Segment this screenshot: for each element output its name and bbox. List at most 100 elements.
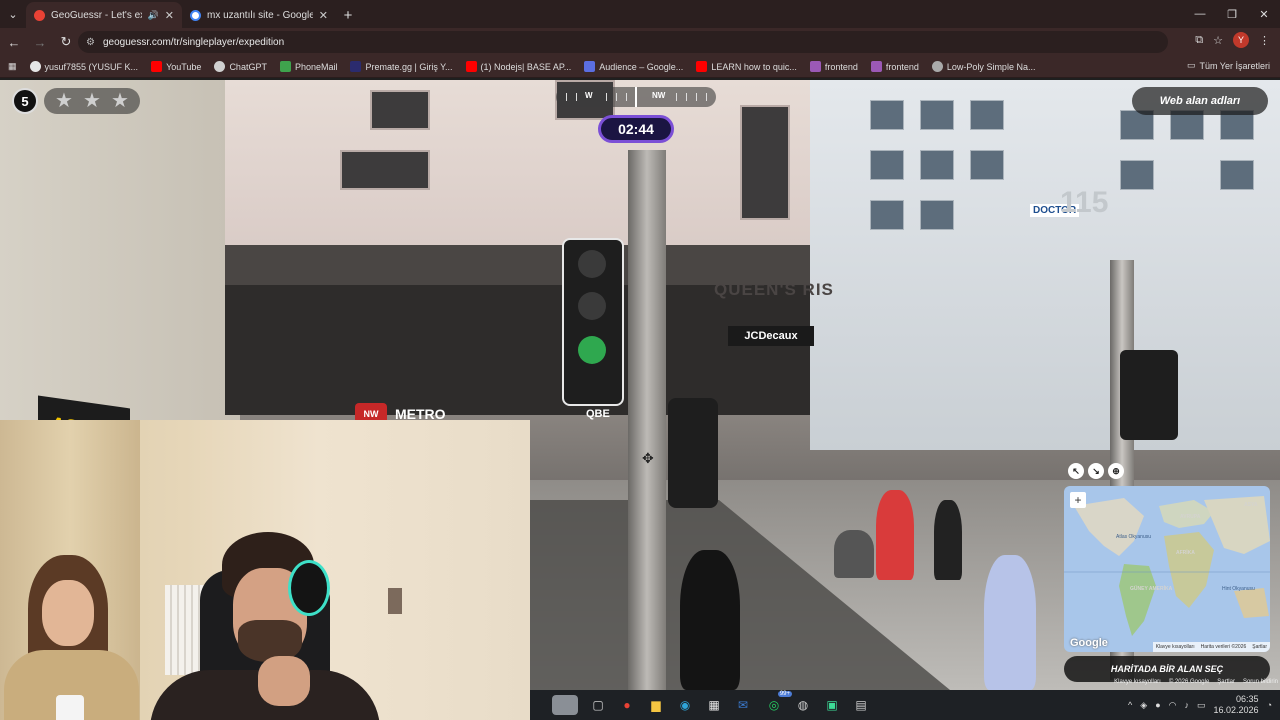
apps-grid-icon[interactable]: ▦ [8,61,17,72]
stroller [834,530,874,578]
cup [56,695,84,720]
volume-icon[interactable]: ♪ [1185,700,1190,710]
south-america-land [1119,564,1156,636]
taskview-app-icon[interactable]: ▢ [588,695,608,715]
tab-google-search[interactable]: mx uzantılı site - Google'da Ara ✕ [182,2,336,28]
forward-button[interactable]: → [28,30,52,54]
tab-search-button[interactable]: ⌄ [0,0,26,28]
close-tab-icon[interactable]: ✕ [165,9,174,22]
store-app-icon[interactable]: ▦ [704,695,724,715]
system-clock[interactable]: 06:35 16.02.2026 [1214,694,1259,716]
queens-sign: QUEEN'S RIS [714,280,834,299]
building-window [740,105,790,220]
browser-toolbar: ← → ↻ ⚙ geoguessr.com/tr/singleplayer/ex… [0,28,1280,56]
shrink-map-icon[interactable]: ↘ [1088,463,1104,479]
guess-map[interactable]: + Atlas Okyanusu AVRUPA ASYA AFRİKA GÜNE… [1064,486,1270,652]
whatsapp-desktop-app-icon[interactable]: ▣ [822,695,842,715]
bookmarks-bar: ▦ yusuf7855 (YUSUF K... YouTube ChatGPT … [0,56,1280,78]
pin-map-icon[interactable]: ⊕ [1108,463,1124,479]
file-explorer-app-icon[interactable]: ▆ [646,695,666,715]
speaker-icon[interactable]: 🔊 [148,10,159,21]
map-label: Atlas Okyanusu [1116,534,1152,540]
premate-icon [350,61,362,72]
widgets-icon[interactable] [552,695,578,715]
app-tray-icon[interactable]: ◈ [1140,700,1147,711]
chrome-app-icon[interactable]: ● [617,695,637,715]
back-button[interactable]: ← [2,30,26,54]
street-view-attribution: Klavye kısayolları © 2026 Google Şartlar… [1114,679,1278,685]
star-icon: ★ [55,90,73,112]
battery-icon[interactable]: ▭ [1197,700,1206,711]
bookmark-item[interactable]: LEARN how to quic... [696,61,797,72]
github-icon [29,61,41,72]
tab-title: mx uzantılı site - Google'da Ara [207,9,313,21]
microphone-icon[interactable]: ● [1155,700,1160,710]
round-timer: 02:44 [598,115,674,143]
australia-land [1234,588,1269,618]
bookmark-item[interactable]: frontend [809,61,858,72]
restore-icon[interactable]: ❐ [1216,0,1248,28]
bookmark-item[interactable]: yusuf7855 (YUSUF K... [29,61,138,72]
bookmark-item[interactable]: (1) Nodejs| BASE AP... [465,61,571,72]
globe-icon [931,61,943,72]
all-bookmarks-button[interactable]: ▭ Tüm Yer İşaretleri [1187,60,1270,71]
bookmark-star-icon[interactable]: ☆ [1213,34,1223,47]
bookmark-item[interactable]: frontend [870,61,919,72]
bookmark-item[interactable]: YouTube [151,61,201,72]
zoom-in-button[interactable]: + [1070,492,1086,508]
compass-bar: W NW [556,87,716,107]
bookmark-item[interactable]: Audience – Google... [584,61,683,72]
profile-avatar[interactable]: Y [1233,32,1249,48]
map-label: AFRİKA [1176,550,1195,556]
audience-icon [584,61,596,72]
bookmark-item[interactable]: Premate.gg | Giriş Y... [350,61,453,72]
entrance-shadow [225,285,825,415]
whatsapp-app-icon[interactable]: ◎ 99+ [764,691,792,715]
star-icon: ★ [83,90,101,112]
web-alan-button[interactable]: Web alan adları [1132,87,1268,115]
wifi-icon[interactable]: ◠ [1169,700,1177,711]
clock-date: 16.02.2026 [1213,705,1259,715]
new-tab-button[interactable]: + [336,2,360,28]
mail-icon [279,61,291,72]
map-label: Hint Okyanusu [1222,586,1255,592]
show-hidden-icons-icon[interactable]: ^ [1128,700,1132,710]
building-window [370,90,430,130]
building-number-sign: 115 [1060,186,1109,219]
google-favicon-icon [190,9,201,21]
google-logo: Google [1070,637,1108,649]
window-controls: — ❐ ✕ [1184,0,1280,28]
youtube-icon [465,61,477,72]
reload-button[interactable]: ↻ [54,30,78,54]
map-size-controls: ↖ ↘ ⊕ [1068,463,1124,479]
install-app-icon[interactable]: ⧉ [1195,34,1203,47]
bookmark-item[interactable]: PhoneMail [279,61,337,72]
close-window-icon[interactable]: ✕ [1248,0,1280,28]
youtube-icon [151,61,163,72]
clock-time: 06:35 [1236,694,1259,704]
menu-icon[interactable]: ⋮ [1259,34,1270,47]
pedestrian [876,490,914,580]
tab-geoguessr[interactable]: GeoGuessr - Let's explore th 🔊 ✕ [26,2,182,28]
bookmark-item[interactable]: ChatGPT [214,61,267,72]
move-cursor-icon: ✥ [642,450,654,466]
notification-bell-icon[interactable]: ◔ [1267,700,1272,710]
headset [288,560,330,616]
compass-needle [635,87,637,107]
site-info-icon[interactable]: ⚙ [86,37,95,48]
notification-badge: 99+ [777,691,792,697]
toolbar-actions: ⧉ ☆ Y ⋮ [1195,32,1270,48]
spotify-app-icon[interactable]: ◍ [793,695,813,715]
address-bar[interactable]: ⚙ geoguessr.com/tr/singleplayer/expediti… [78,31,1168,53]
minimize-icon[interactable]: — [1184,0,1216,28]
edge-app-icon[interactable]: ◉ [675,695,695,715]
expand-map-icon[interactable]: ↖ [1068,463,1084,479]
map-label: ASYA [1244,502,1258,508]
bookmark-item[interactable]: Low-Poly Simple Na... [931,61,1035,72]
mail-app-icon[interactable]: ✉ [733,695,753,715]
youtube-icon [696,61,708,72]
person-hand [258,656,310,706]
close-tab-icon[interactable]: ✕ [319,9,328,22]
terminal-app-icon[interactable]: ▤ [851,695,871,715]
pedestrian [984,555,1036,690]
